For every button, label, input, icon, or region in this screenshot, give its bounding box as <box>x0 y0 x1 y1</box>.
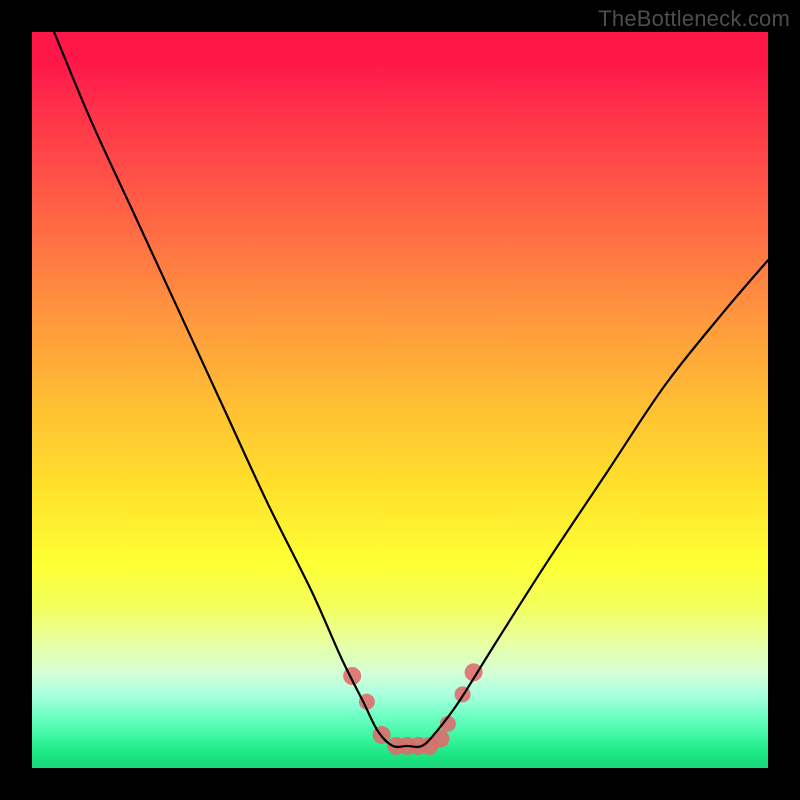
marker-dot <box>431 730 449 748</box>
marker-group <box>343 663 482 755</box>
chart-canvas: TheBottleneck.com <box>0 0 800 800</box>
curve-layer <box>32 32 768 768</box>
bottleneck-curve <box>54 32 768 747</box>
plot-area <box>32 32 768 768</box>
watermark-label: TheBottleneck.com <box>598 6 790 32</box>
